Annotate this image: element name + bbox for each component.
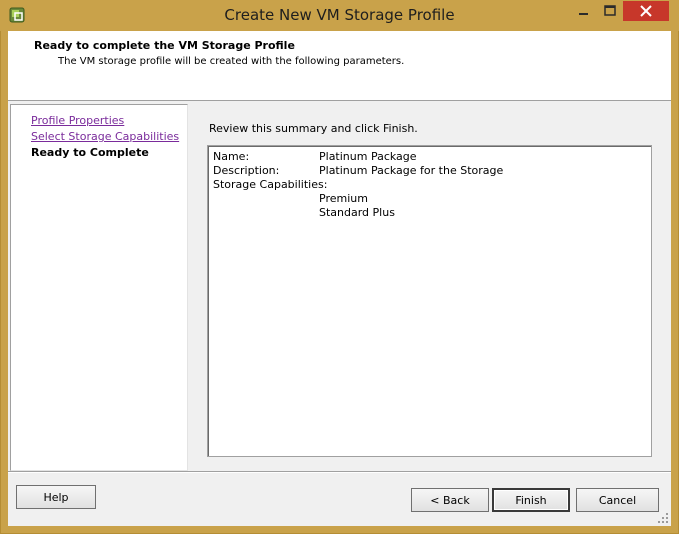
wizard-header: Ready to complete the VM Storage Profile… bbox=[8, 31, 671, 101]
footer-divider bbox=[8, 471, 671, 473]
title-bar[interactable]: Create New VM Storage Profile bbox=[0, 0, 679, 31]
wizard-client-area: Ready to complete the VM Storage Profile… bbox=[8, 31, 671, 526]
cancel-button[interactable]: Cancel bbox=[576, 488, 659, 512]
page-title: Ready to complete the VM Storage Profile bbox=[34, 39, 295, 52]
maximize-icon[interactable] bbox=[597, 1, 623, 21]
close-icon[interactable] bbox=[623, 1, 669, 21]
minimize-icon[interactable] bbox=[570, 1, 597, 21]
wizard-window: Create New VM Storage Profile Ready to c… bbox=[0, 0, 679, 534]
wizard-steps-panel: Profile Properties Select Storage Capabi… bbox=[10, 104, 188, 471]
storage-capabilities-label: Storage Capabilities: bbox=[213, 178, 328, 191]
back-button[interactable]: < Back bbox=[411, 488, 489, 512]
capability-item: Standard Plus bbox=[319, 206, 395, 219]
page-subtitle: The VM storage profile will be created w… bbox=[58, 56, 405, 67]
step-ready-to-complete: Ready to Complete bbox=[31, 146, 149, 159]
description-value: Platinum Package for the Storage bbox=[319, 164, 504, 177]
description-label: Description: bbox=[213, 164, 280, 177]
finish-button[interactable]: Finish bbox=[492, 488, 570, 512]
step-select-storage-capabilities[interactable]: Select Storage Capabilities bbox=[31, 130, 179, 143]
capability-item: Premium bbox=[319, 192, 368, 205]
resize-grip-icon[interactable] bbox=[657, 512, 669, 524]
name-value: Platinum Package bbox=[319, 150, 417, 163]
review-instruction: Review this summary and click Finish. bbox=[209, 122, 418, 135]
help-button[interactable]: Help bbox=[16, 485, 96, 509]
step-profile-properties[interactable]: Profile Properties bbox=[31, 114, 124, 127]
summary-box[interactable]: Name: Platinum Package Description: Plat… bbox=[207, 145, 652, 457]
name-label: Name: bbox=[213, 150, 250, 163]
